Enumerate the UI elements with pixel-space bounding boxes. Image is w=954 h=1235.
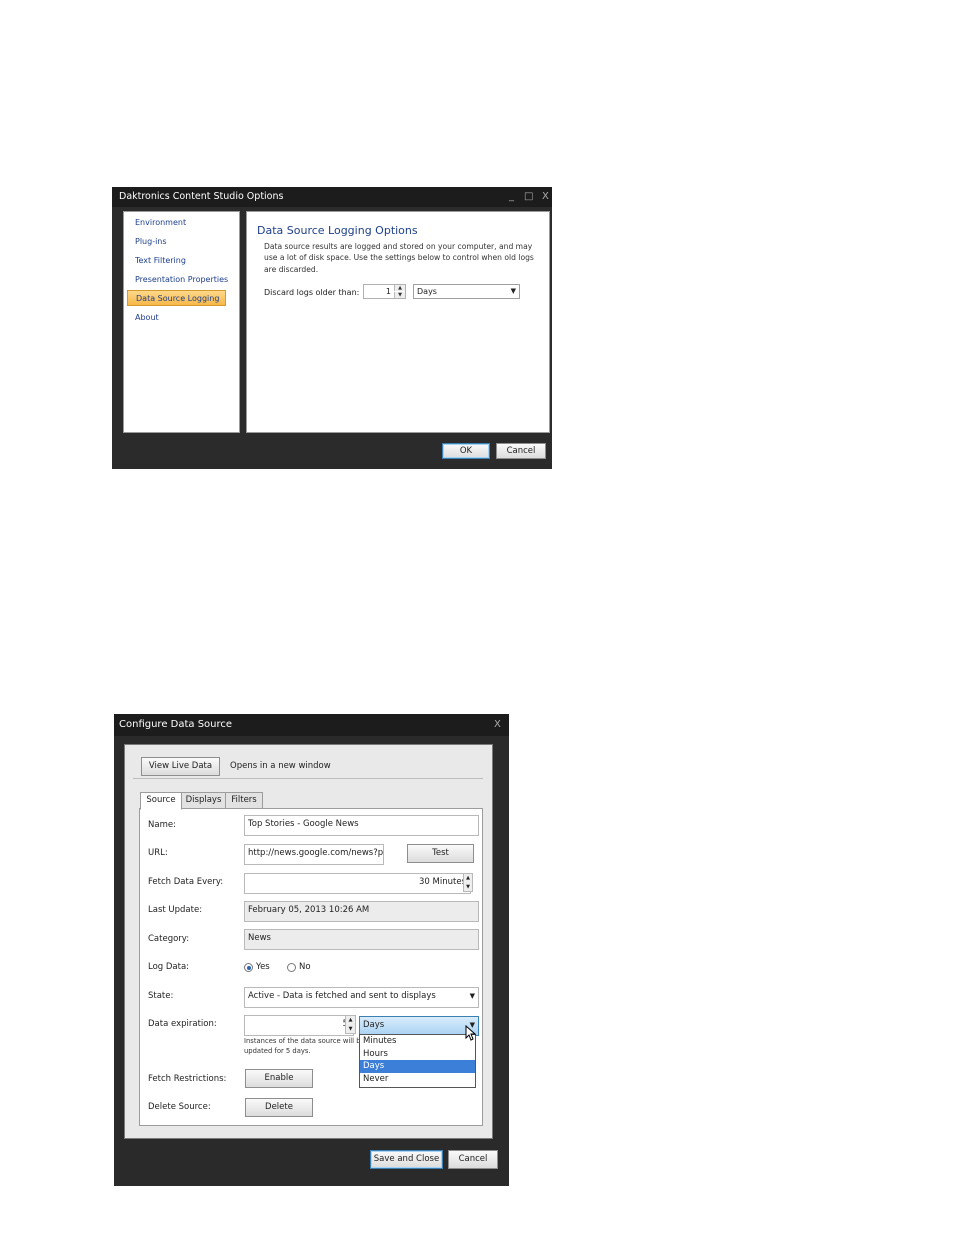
log-yes-label: Yes [256,962,270,972]
state-label: State: [148,991,174,1001]
configure-data-source-window: Configure Data Source X View Live Data O… [114,714,509,1186]
cancel-button[interactable]: Cancel [448,1150,498,1169]
tab-displays[interactable]: Displays [181,792,226,809]
stepper-down-icon[interactable]: ▼ [466,884,470,890]
state-value: Active - Data is fetched and sent to dis… [248,991,436,1001]
last-update-label: Last Update: [148,905,203,915]
minimize-icon[interactable]: _ [509,187,514,207]
discard-unit-select[interactable]: Days ▼ [413,284,520,299]
expiration-unit-select[interactable]: Days ▼ [359,1016,479,1036]
expiration-dropdown-menu: Minutes Hours Days Never [359,1034,476,1088]
nav-presentation-properties[interactable]: Presentation Properties [135,275,228,284]
category-value: News [244,929,479,950]
url-field[interactable]: http://news.google.com/news?pz=1& [244,844,384,865]
expiration-value-field[interactable]: 5 [244,1015,354,1036]
fetch-stepper[interactable]: ▲ ▼ [463,873,473,892]
tab-source[interactable]: Source [140,792,182,810]
options-nav: Environment Plug-ins Text Filtering Pres… [123,211,240,433]
fetch-label: Fetch Data Every: [148,877,224,887]
view-live-data-button[interactable]: View Live Data [141,757,220,776]
discard-stepper[interactable]: 1 ▲ ▼ [363,284,406,299]
option-never[interactable]: Never [360,1073,475,1086]
option-minutes[interactable]: Minutes [360,1035,475,1048]
close-icon[interactable]: X [494,715,501,735]
delete-button[interactable]: Delete [245,1098,313,1117]
config-title: Configure Data Source [114,714,509,736]
expiration-stepper[interactable]: ▲ ▼ [345,1015,356,1034]
save-and-close-button[interactable]: Save and Close [370,1150,443,1169]
fetch-interval-field[interactable]: 30 Minutes [244,873,471,894]
stepper-up-icon[interactable]: ▲ [466,875,470,881]
stepper-up-icon[interactable]: ▲ [349,1017,353,1023]
discard-label: Discard logs older than: [264,288,360,297]
discard-unit: Days [417,287,437,296]
options-pane: Data Source Logging Options Data source … [246,211,550,433]
url-label: URL: [148,848,168,858]
nav-plug-ins[interactable]: Plug-ins [135,237,167,246]
close-icon[interactable]: X [542,187,549,207]
stepper-down-icon[interactable]: ▼ [349,1026,353,1032]
nav-text-filtering[interactable]: Text Filtering [135,256,186,265]
option-days[interactable]: Days [360,1060,475,1073]
log-yes-radio[interactable] [244,963,253,972]
log-data-label: Log Data: [148,962,190,972]
opens-note: Opens in a new window [230,761,331,771]
name-field[interactable]: Top Stories - Google News [244,815,479,836]
page-title: Data Source Logging Options [257,224,418,237]
nav-data-source-logging[interactable]: Data Source Logging [127,290,226,306]
tab-filters[interactable]: Filters [225,792,263,809]
log-no-radio[interactable] [287,963,296,972]
restrictions-label: Fetch Restrictions: [148,1074,227,1084]
expiration-note-line1: Instances of the data source will b [244,1037,361,1045]
maximize-icon[interactable]: □ [524,187,533,207]
enable-button[interactable]: Enable [245,1069,313,1088]
nav-environment[interactable]: Environment [135,218,186,227]
stepper-up-icon[interactable]: ▲ [394,285,405,291]
option-hours[interactable]: Hours [360,1048,475,1061]
ok-button[interactable]: OK [442,443,490,459]
logging-description: Data source results are logged and store… [264,242,534,274]
test-button[interactable]: Test [407,844,474,863]
chevron-down-icon: ▼ [510,287,516,295]
delete-source-label: Delete Source: [148,1102,211,1112]
log-no-label: No [299,962,311,972]
options-title: Daktronics Content Studio Options [112,187,552,207]
state-select[interactable]: Active - Data is fetched and sent to dis… [244,987,479,1008]
expiration-unit: Days [363,1020,385,1030]
last-update-value: February 05, 2013 10:26 AM [244,901,479,922]
cancel-button[interactable]: Cancel [496,443,546,459]
discard-value: 1 [385,287,391,296]
nav-about[interactable]: About [135,313,159,322]
expiration-label: Data expiration: [148,1019,217,1029]
name-label: Name: [148,820,176,830]
chevron-down-icon: ▼ [469,992,475,1000]
expiration-note-line2: updated for 5 days. [244,1047,311,1055]
stepper-down-icon[interactable]: ▼ [394,292,405,298]
category-label: Category: [148,934,190,944]
options-window: Daktronics Content Studio Options _ □ X … [112,187,552,469]
mouse-cursor-icon [465,1025,477,1041]
